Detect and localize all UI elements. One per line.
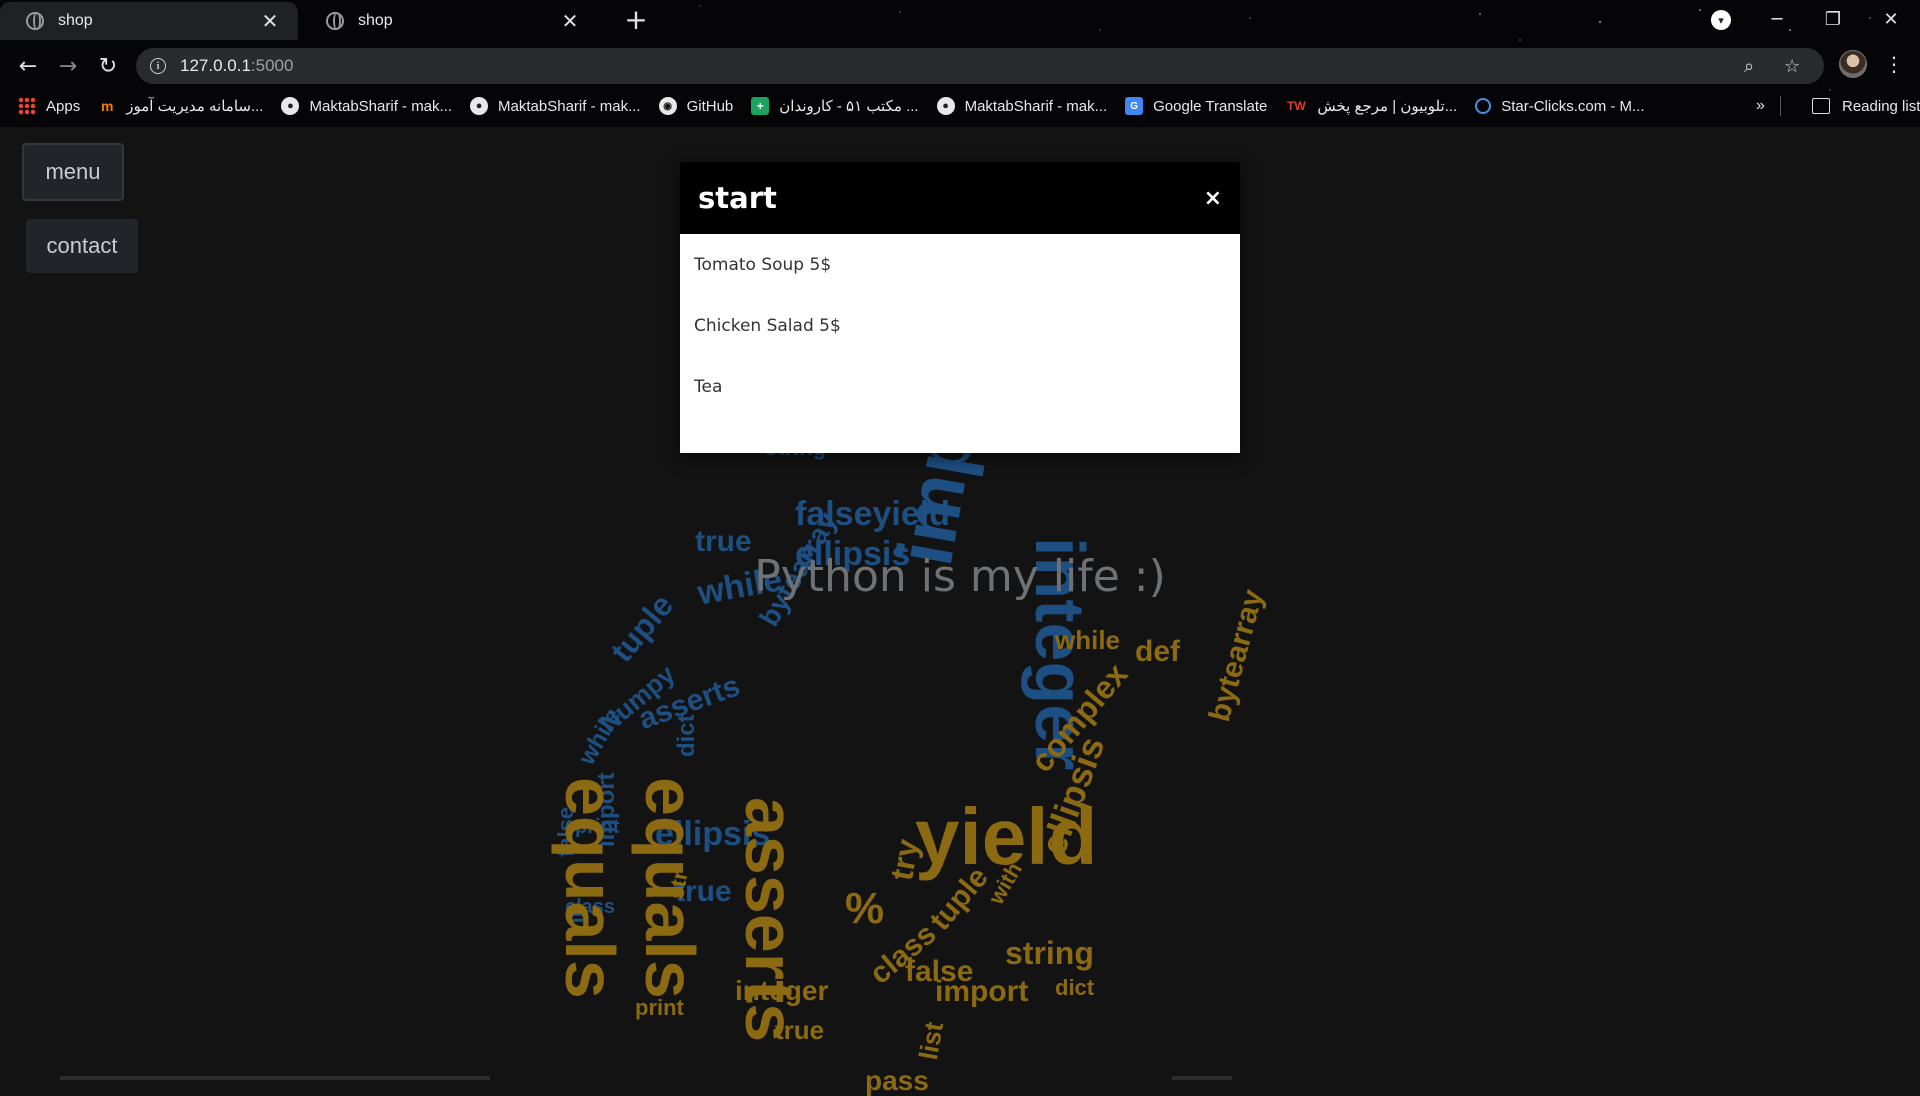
browser-chrome: shop ✕ shop ✕ + ▾ ─ ❐ ✕ ← → ↻ i 127.0.0.… (0, 0, 1920, 127)
zoom-icon[interactable]: ⌕ (1744, 56, 1754, 77)
forward-icon[interactable]: → (52, 50, 84, 82)
bookmark-item[interactable]: + مکتب ۵۱ - کاروندان ... (751, 97, 919, 115)
more-menu-icon[interactable]: ⋮ (1884, 52, 1904, 76)
reading-list-icon (1812, 98, 1830, 114)
globe-icon (26, 12, 44, 30)
word-cloud-word: dict (1055, 975, 1095, 1000)
page-content: menu contact importintegerfalseyieldelli… (0, 127, 1920, 1095)
tab-strip: shop ✕ shop ✕ + ▾ ─ ❐ ✕ (0, 0, 1920, 40)
green-plus-icon: + (751, 97, 770, 115)
tab-shop-2[interactable]: shop ✕ (300, 2, 598, 40)
new-tab-button[interactable]: + (624, 6, 648, 34)
close-tab-icon[interactable]: ✕ (258, 9, 282, 33)
horizontal-scrollbar[interactable] (60, 1076, 490, 1080)
tab-title: shop (58, 12, 93, 29)
bookmark-item[interactable]: ● MaktabSharif - mak... (470, 97, 641, 115)
globe-icon (326, 12, 344, 30)
modal-header: start × (680, 162, 1240, 234)
tab-search-icon[interactable]: ▾ (1711, 10, 1731, 30)
url-text: 127.0.0.1:5000 (180, 56, 294, 75)
tab-title: shop (358, 12, 393, 29)
word-cloud-word: true (775, 1015, 825, 1045)
bookmark-item[interactable]: ● MaktabSharif - mak... (281, 97, 452, 115)
contact-button[interactable]: contact (26, 219, 138, 273)
restore-icon[interactable]: ❐ (1813, 4, 1853, 34)
bookmark-google-translate[interactable]: G Google Translate (1125, 97, 1267, 115)
word-cloud-word: equals (551, 777, 629, 999)
google-translate-icon: G (1125, 97, 1144, 115)
word-cloud-word: try (883, 836, 926, 883)
menu-button[interactable]: menu (22, 143, 124, 201)
word-cloud-word: % (845, 884, 885, 933)
reading-list-button[interactable]: Reading list (1812, 90, 1920, 122)
person-icon: ● (281, 97, 300, 115)
bookmark-github[interactable]: ◉ GitHub (658, 97, 733, 115)
menu-item-chicken-salad[interactable]: Chicken Salad 5$ (680, 295, 1240, 356)
divider (1780, 96, 1781, 116)
word-cloud-word: while (573, 704, 627, 770)
person-icon: ● (470, 97, 489, 115)
close-tab-icon[interactable]: ✕ (558, 9, 582, 33)
menu-item-tomato-soup[interactable]: Tomato Soup 5$ (680, 234, 1240, 295)
bookmark-item[interactable]: m سامانه مدیریت آموز... (98, 97, 264, 115)
profile-avatar[interactable] (1839, 50, 1867, 78)
reload-icon[interactable]: ↻ (92, 50, 124, 82)
bookmark-item[interactable]: TW تلوبیون | مرجع پخش... (1285, 97, 1457, 115)
word-cloud-word: integer (735, 975, 829, 1006)
minimize-icon[interactable]: ─ (1757, 4, 1797, 34)
maktab-logo-icon: m (100, 98, 114, 114)
word-cloud-word: bytearray (1203, 585, 1270, 726)
horizontal-scrollbar-thumb[interactable] (1172, 1076, 1232, 1080)
word-cloud-word: while (1055, 625, 1121, 655)
site-info-icon[interactable]: i (150, 58, 166, 74)
word-cloud-word: dict (673, 714, 700, 757)
address-bar[interactable]: i 127.0.0.1:5000 ⌕ ☆ (136, 48, 1824, 84)
word-cloud-word: str (663, 868, 693, 901)
word-cloud-word: print (635, 995, 684, 1020)
browser-toolbar: ← → ↻ i 127.0.0.1:5000 ⌕ ☆ ⋮ (0, 46, 1920, 86)
back-icon[interactable]: ← (12, 50, 44, 82)
word-cloud-word: def (1135, 635, 1180, 668)
tab-shop-1[interactable]: shop ✕ (0, 2, 298, 40)
star-clicks-icon (1475, 98, 1492, 114)
bookmarks-bar: Apps m سامانه مدیریت آموز... ● MaktabShari… (0, 90, 1920, 122)
bookmark-item[interactable]: Star-Clicks.com - M... (1475, 98, 1645, 115)
menu-item-tea[interactable]: Tea (680, 356, 1240, 417)
bookmarks-overflow-icon[interactable]: » (1756, 90, 1765, 122)
close-icon[interactable]: × (1204, 186, 1222, 211)
bookmark-star-icon[interactable]: ☆ (1784, 56, 1800, 77)
telewebion-icon: TW (1287, 99, 1306, 113)
python-word-cloud: importintegerfalseyieldellipsistruestrin… (551, 317, 1365, 1094)
word-cloud-word: list (913, 1019, 950, 1062)
person-icon: ● (936, 97, 955, 115)
bookmark-item[interactable]: ● MaktabSharif - mak... (936, 97, 1107, 115)
window-close-icon[interactable]: ✕ (1871, 4, 1911, 34)
word-cloud-word: pass (865, 1065, 929, 1096)
word-cloud-word: string (1005, 935, 1094, 971)
hero-text: Python is my life :) (754, 551, 1166, 602)
start-modal: start × Tomato Soup 5$ Chicken Salad 5$ … (680, 162, 1240, 453)
bookmark-apps[interactable]: Apps (18, 97, 80, 115)
github-icon: ◉ (658, 97, 677, 115)
apps-grid-icon (18, 97, 36, 115)
modal-title: start (698, 181, 777, 215)
